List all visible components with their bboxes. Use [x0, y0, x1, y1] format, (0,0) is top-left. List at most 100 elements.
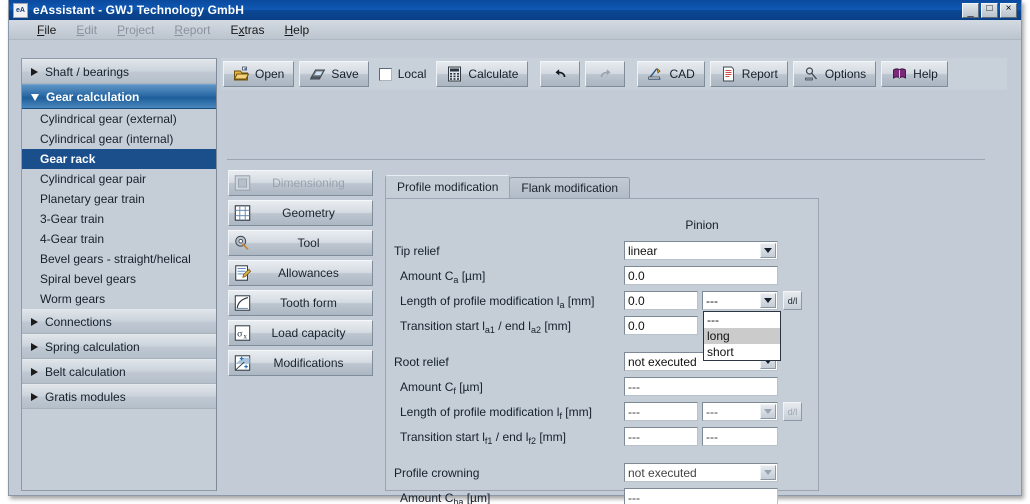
- save-disk-icon: [309, 66, 326, 82]
- sidebar-item-cylindrical-gear-pair[interactable]: Cylindrical gear pair: [22, 169, 216, 189]
- tip-relief-select[interactable]: linear: [624, 241, 778, 260]
- sidebar: Shaft / bearings Gear calculation Cylind…: [21, 58, 217, 491]
- sidebar-item-cylindrical-gear-internal[interactable]: Cylindrical gear (internal): [22, 129, 216, 149]
- dropdown-option-selected[interactable]: long: [704, 328, 780, 344]
- close-button[interactable]: ×: [1000, 3, 1017, 18]
- length-la-select[interactable]: ---: [702, 291, 778, 310]
- transition-f-start-input[interactable]: ---: [624, 427, 698, 446]
- tab-label: Flank modification: [521, 181, 618, 195]
- nav-button-tooth-form[interactable]: Tooth form: [228, 290, 373, 316]
- dropdown-option[interactable]: ---: [704, 312, 780, 328]
- undo-button[interactable]: [540, 61, 580, 87]
- options-button[interactable]: Options: [793, 61, 876, 87]
- save-button[interactable]: Save: [299, 61, 368, 87]
- menu-edit[interactable]: Edit: [66, 22, 107, 38]
- length-la-dropdown-popup[interactable]: --- long short: [703, 311, 781, 361]
- transition-a-start-input[interactable]: 0.0: [624, 316, 698, 335]
- sidebar-group-belt-calculation[interactable]: Belt calculation: [22, 359, 216, 384]
- chevron-right-icon: [31, 343, 38, 351]
- transition-f-end-input[interactable]: ---: [702, 427, 778, 446]
- sidebar-item-label: Spiral bevel gears: [40, 272, 136, 286]
- dl-button-label: d/l: [788, 296, 798, 306]
- report-document-icon: [720, 66, 737, 82]
- nav-button-allowances[interactable]: Allowances: [228, 260, 373, 286]
- menu-project[interactable]: Project: [107, 22, 164, 38]
- amount-cf-input[interactable]: ---: [624, 377, 778, 396]
- length-lf-select[interactable]: ---: [702, 402, 778, 421]
- sidebar-item-gear-rack[interactable]: Gear rack: [22, 149, 216, 169]
- options-gear-icon: [803, 66, 820, 82]
- sidebar-item-planetary-gear-train[interactable]: Planetary gear train: [22, 189, 216, 209]
- chevron-down-icon[interactable]: [760, 293, 776, 308]
- dropdown-option[interactable]: short: [704, 344, 780, 360]
- sidebar-group-label: Gear calculation: [46, 90, 139, 104]
- sidebar-item-spiral-bevel-gears[interactable]: Spiral bevel gears: [22, 269, 216, 289]
- application-window: eA eAssistant - GWJ Technology GmbH _ □ …: [8, 0, 1022, 496]
- profile-crowning-select[interactable]: not executed: [624, 463, 778, 482]
- sidebar-group-spring-calculation[interactable]: Spring calculation: [22, 334, 216, 359]
- open-button[interactable]: Open: [223, 61, 294, 87]
- menu-file[interactable]: FFileile: [27, 22, 66, 38]
- maximize-button[interactable]: □: [981, 3, 998, 18]
- nav-button-geometry[interactable]: Geometry: [228, 200, 373, 226]
- help-button[interactable]: Help: [881, 61, 948, 87]
- menu-help[interactable]: Help: [274, 22, 319, 38]
- tab-flank-modification[interactable]: Flank modification: [509, 177, 630, 198]
- calculate-button[interactable]: Calculate: [436, 61, 528, 87]
- row-amount-ca: Amount Ca [µm] 0.0: [386, 266, 818, 288]
- amount-ca-value: 0.0: [628, 269, 645, 283]
- minimize-icon: _: [967, 7, 973, 18]
- window-controls: _ □ ×: [962, 3, 1017, 18]
- chevron-down-icon[interactable]: [760, 404, 776, 419]
- nav-button-dimensioning[interactable]: Dimensioning: [228, 170, 373, 196]
- svg-text:σ: σ: [237, 329, 243, 340]
- nav-button-load-capacity[interactable]: σ x Load capacity: [228, 320, 373, 346]
- tab-profile-modification[interactable]: Profile modification: [385, 175, 510, 198]
- length-la-input[interactable]: 0.0: [624, 291, 698, 310]
- sidebar-group-gratis-modules[interactable]: Gratis modules: [22, 384, 216, 409]
- maximize-icon: □: [986, 4, 992, 14]
- nav-button-modifications[interactable]: Modifications: [228, 350, 373, 376]
- transition-a-label: Transition start la1 / end la2 [mm]: [400, 319, 571, 335]
- profile-crowning-label: Profile crowning: [394, 466, 479, 480]
- report-button[interactable]: Report: [710, 61, 788, 87]
- nav-button-tool[interactable]: Tool: [228, 230, 373, 256]
- chevron-down-icon[interactable]: [760, 465, 776, 480]
- sidebar-item-worm-gears[interactable]: Worm gears: [22, 289, 216, 309]
- local-checkbox[interactable]: [379, 68, 392, 81]
- sidebar-item-label: Gear rack: [40, 152, 95, 166]
- sidebar-item-bevel-gears[interactable]: Bevel gears - straight/helical: [22, 249, 216, 269]
- body-area: Shaft / bearings Gear calculation Cylind…: [9, 41, 1021, 495]
- redo-button[interactable]: [585, 61, 625, 87]
- transition-f-label: Transition start lf1 / end lf2 [mm]: [400, 430, 566, 446]
- sidebar-item-3-gear-train[interactable]: 3-Gear train: [22, 209, 216, 229]
- length-la-dl-button[interactable]: d/l: [783, 291, 802, 310]
- sidebar-item-4-gear-train[interactable]: 4-Gear train: [22, 229, 216, 249]
- cad-button[interactable]: CAD: [637, 61, 704, 87]
- menu-bar: FFileile Edit Project Report Extras Help: [9, 20, 1021, 40]
- amount-ca-input[interactable]: 0.0: [624, 266, 778, 285]
- amount-cf-value: ---: [628, 380, 640, 394]
- sidebar-group-shaft-bearings[interactable]: Shaft / bearings: [22, 59, 216, 84]
- length-lf-dl-button[interactable]: d/l: [783, 402, 802, 421]
- sidebar-item-label: 3-Gear train: [40, 212, 104, 226]
- calculator-icon: [446, 66, 463, 82]
- menu-report[interactable]: Report: [164, 22, 220, 38]
- help-book-icon: [891, 66, 908, 82]
- chevron-down-icon[interactable]: [760, 243, 776, 258]
- options-button-label: Options: [825, 67, 866, 81]
- menu-extras[interactable]: Extras: [220, 22, 274, 38]
- open-button-label: Open: [255, 67, 284, 81]
- tip-relief-label: Tip relief: [394, 244, 440, 258]
- minimize-button[interactable]: _: [962, 3, 979, 18]
- length-lf-input[interactable]: ---: [624, 402, 698, 421]
- local-checkbox-wrapper[interactable]: Local: [379, 67, 427, 81]
- geometry-icon: [233, 204, 252, 222]
- amount-cha-input[interactable]: ---: [624, 488, 778, 504]
- tool-icon: [233, 234, 252, 252]
- sidebar-item-cylindrical-gear-external[interactable]: Cylindrical gear (external): [22, 109, 216, 129]
- dropdown-option-label: ---: [707, 313, 719, 327]
- tab-label: Profile modification: [397, 180, 498, 194]
- sidebar-group-connections[interactable]: Connections: [22, 309, 216, 334]
- sidebar-group-gear-calculation[interactable]: Gear calculation: [22, 84, 216, 109]
